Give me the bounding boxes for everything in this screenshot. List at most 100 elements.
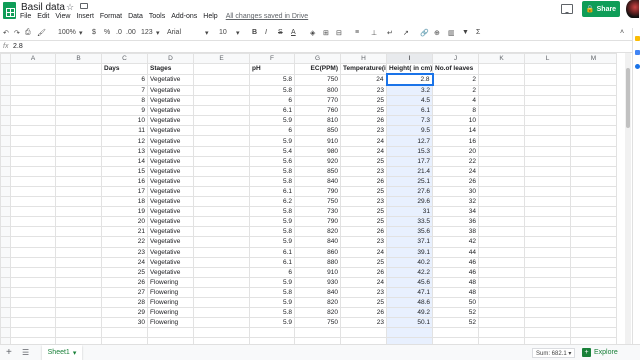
cell-m[interactable]	[570, 216, 617, 228]
cell-k[interactable]	[478, 327, 525, 339]
cell-c[interactable]: 7	[101, 84, 148, 97]
paint-format-icon[interactable]: 🖌	[37, 29, 46, 37]
cell-table[interactable]: A B C D E F G H I J K L M Days Stages pH EC(PPM) Temperat…	[0, 53, 617, 344]
cell-i[interactable]: 45.6	[386, 276, 433, 288]
menu-format[interactable]: Format	[100, 13, 122, 23]
cell-d[interactable]: Flowering	[147, 317, 194, 329]
cell-f[interactable]: 5.8	[249, 73, 295, 86]
cell-h[interactable]: 25	[340, 296, 387, 309]
functions-icon[interactable]: Σ	[476, 29, 480, 36]
cell-d[interactable]: Stages	[147, 63, 194, 75]
cell-l[interactable]	[524, 135, 571, 147]
menu-view[interactable]: View	[55, 13, 70, 23]
cell-g[interactable]: 840	[294, 286, 341, 298]
cell-m[interactable]	[570, 145, 617, 157]
print-icon[interactable]: ⎙	[25, 29, 31, 37]
cell-g[interactable]: 920	[294, 155, 341, 167]
cell-g[interactable]	[294, 327, 341, 339]
cell-g[interactable]: 860	[294, 246, 341, 258]
column-header-k[interactable]: K	[478, 53, 525, 65]
cell-b[interactable]	[55, 175, 102, 187]
cell-c[interactable]: 10	[101, 115, 148, 127]
cell-d[interactable]: Flowering	[147, 307, 194, 319]
cell-g[interactable]: 820	[294, 226, 341, 238]
cell-m[interactable]	[570, 307, 617, 319]
zoom-select[interactable]: 100%	[58, 29, 76, 36]
cell-m[interactable]	[570, 165, 617, 177]
cell-l[interactable]	[524, 105, 571, 117]
cell-g[interactable]: 730	[294, 206, 341, 218]
cell-e[interactable]	[193, 276, 250, 288]
row-header[interactable]	[0, 256, 11, 268]
cell-g[interactable]: 820	[294, 307, 341, 319]
text-rotation-icon[interactable]: ↗	[403, 29, 409, 37]
cell-a[interactable]	[10, 73, 56, 86]
cell-k[interactable]	[478, 84, 525, 97]
cell-e[interactable]	[193, 317, 250, 329]
cell-a[interactable]	[10, 165, 56, 177]
cell-l[interactable]	[524, 246, 571, 258]
cell-c[interactable]: 9	[101, 105, 148, 117]
cell-f[interactable]: 6	[249, 125, 295, 137]
cell-b[interactable]	[55, 266, 102, 278]
cell-m[interactable]	[570, 266, 617, 278]
cell-l[interactable]	[524, 276, 571, 288]
cell-b[interactable]	[55, 135, 102, 147]
cell-l[interactable]	[524, 327, 571, 339]
cell-h[interactable]: 26	[340, 175, 387, 187]
cell-e[interactable]	[193, 266, 250, 278]
cell-i[interactable]: 40.2	[386, 256, 433, 268]
row-header[interactable]	[0, 246, 11, 258]
row-header[interactable]	[0, 145, 11, 157]
cell-k[interactable]	[478, 73, 525, 86]
cell-m[interactable]	[570, 95, 617, 107]
cell-l[interactable]	[524, 226, 571, 238]
row-header[interactable]	[0, 165, 11, 177]
cell-i[interactable]: 27.6	[386, 185, 433, 198]
cell-f[interactable]: 5.8	[249, 84, 295, 97]
cell-e[interactable]	[193, 246, 250, 258]
share-button[interactable]: 🔒 Share	[582, 1, 620, 17]
cell-k[interactable]	[478, 145, 525, 157]
cell-a[interactable]	[10, 95, 56, 107]
column-header-i[interactable]: I	[386, 53, 433, 65]
cell-b[interactable]	[55, 196, 102, 208]
cell-j[interactable]: 4	[432, 95, 479, 107]
row-header[interactable]	[0, 63, 11, 75]
cell-g[interactable]: 880	[294, 256, 341, 268]
cell-c[interactable]: 30	[101, 317, 148, 329]
text-color-icon[interactable]: A	[291, 29, 296, 36]
row-header[interactable]	[0, 236, 11, 248]
cell-h[interactable]	[340, 327, 387, 339]
add-sheet-icon[interactable]: +	[6, 348, 12, 358]
cell-b[interactable]	[55, 206, 102, 218]
cell-b[interactable]	[55, 185, 102, 198]
undo-icon[interactable]: ↶	[3, 29, 9, 37]
cell-a[interactable]	[10, 145, 56, 157]
cell-a[interactable]	[10, 175, 56, 187]
row-header[interactable]	[0, 296, 11, 309]
cell-g[interactable]: 820	[294, 296, 341, 309]
cell-m[interactable]	[570, 175, 617, 187]
cell-j[interactable]: 14	[432, 125, 479, 137]
cell-i[interactable]: 17.7	[386, 155, 433, 167]
cell-i[interactable]: 9.5	[386, 125, 433, 137]
cell-f[interactable]: 5.8	[249, 307, 295, 319]
cell-l[interactable]	[524, 84, 571, 97]
cell-b[interactable]	[55, 276, 102, 288]
cell-e[interactable]	[193, 327, 250, 339]
cell-d[interactable]: Vegetative	[147, 256, 194, 268]
cell-k[interactable]	[478, 236, 525, 248]
cell-l[interactable]	[524, 95, 571, 107]
cell-d[interactable]: Vegetative	[147, 84, 194, 97]
cell-k[interactable]	[478, 95, 525, 107]
insert-comment-icon[interactable]: ⊕	[434, 29, 440, 37]
cell-c[interactable]: 19	[101, 206, 148, 218]
cell-j[interactable]: 22	[432, 155, 479, 167]
cell-a[interactable]	[10, 286, 56, 298]
cell-f[interactable]: 5.8	[249, 286, 295, 298]
cell-m[interactable]	[570, 115, 617, 127]
row-header[interactable]	[0, 226, 11, 238]
cell-f[interactable]: 6.1	[249, 105, 295, 117]
cell-a[interactable]	[10, 155, 56, 167]
